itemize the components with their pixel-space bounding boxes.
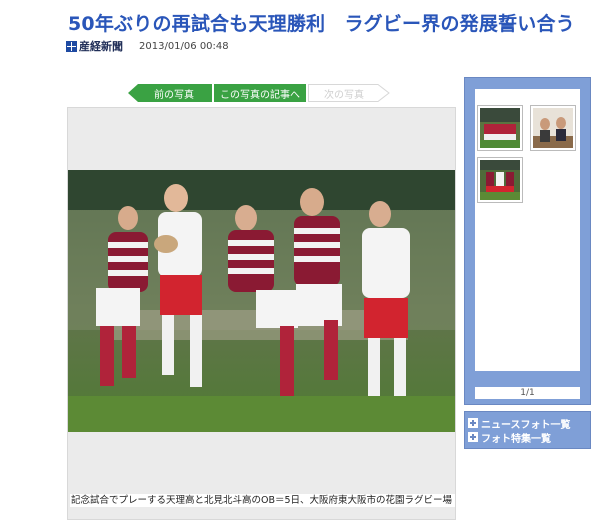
rugby-photo-illustration [68,170,455,432]
thumbnail-1-image [480,108,520,148]
photo-viewer: 記念試合でプレーする天理高と北見北斗高のOB＝5日、大阪府東大阪市の花園ラグビー… [67,107,456,520]
byline: 産経新聞 2013/01/06 00:48 [66,38,229,54]
sankei-logo-icon [66,40,77,52]
thumbnail-panel [475,89,580,371]
thumbnail-3-image [480,160,520,200]
thumbnail-sidebar: 1/1 [464,77,591,405]
publisher-logo[interactable]: 産経新聞 [66,38,123,54]
thumbnail-2-image [533,108,573,148]
publisher-name: 産経新聞 [79,40,123,53]
photo-caption: 記念試合でプレーする天理高と北見北斗高のOB＝5日、大阪府東大阪市の花園ラグビー… [70,494,455,507]
news-photo-list-link[interactable]: ニュースフォト一覧 [468,416,587,431]
news-photo-list-label: ニュースフォト一覧 [481,419,571,431]
thumbnail-1[interactable] [477,105,523,151]
next-photo-button: 次の写真 [308,84,390,102]
photo-feature-list-link[interactable]: フォト特集一覧 [468,430,587,445]
photo-links: ニュースフォト一覧 フォト特集一覧 [464,411,591,449]
thumbnail-pager: 1/1 [475,387,580,399]
photo-article-button[interactable]: この写真の記事へ [214,84,306,102]
article-title: 50年ぶりの再試合も天理勝利 ラグビー界の発展誓い合う [68,13,575,35]
plus-icon [468,418,478,428]
publish-date: 2013/01/06 00:48 [139,40,229,52]
prev-photo-button[interactable]: 前の写真 [128,84,212,102]
thumbnail-2[interactable] [530,105,576,151]
plus-icon [468,432,478,442]
next-photo-label: 次の写真 [324,89,364,101]
thumbnail-3[interactable] [477,157,523,203]
main-photo[interactable] [68,170,455,432]
photo-feature-list-label: フォト特集一覧 [481,433,551,445]
photo-navigation: 前の写真 この写真の記事へ 次の写真 [128,84,390,102]
